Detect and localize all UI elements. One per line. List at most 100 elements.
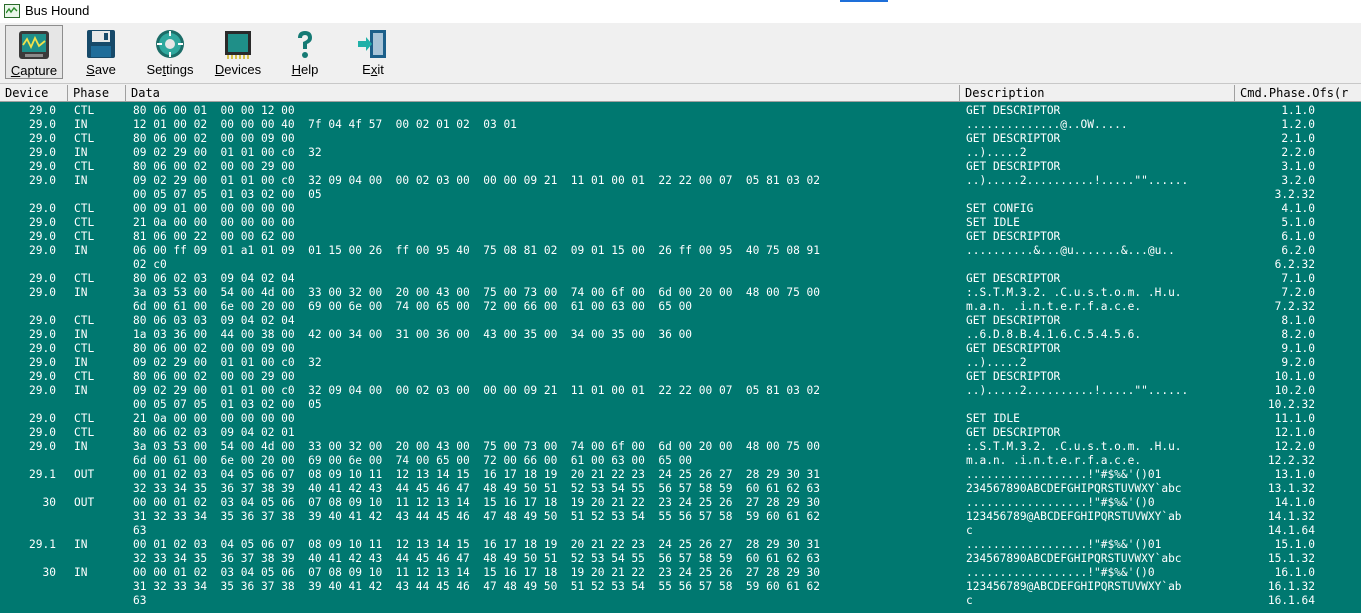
table-row[interactable]: 29.0 IN 06 00 ff 09 01 a1 01 09 01 15 00 2…	[0, 244, 1361, 272]
cmd-phase-ofs-cell: 14.1.0	[1274, 496, 1315, 509]
table-row[interactable]: 29.0 IN 3a 03 53 00 54 00 4d 00 33 00 32 0…	[0, 286, 1361, 314]
table-row[interactable]: 29.0 IN 09 02 29 00 01 01 00 c0 32 09 04 0…	[0, 174, 1361, 202]
phase-cell: CTL	[74, 314, 95, 327]
column-header-device[interactable]: Device	[0, 85, 68, 101]
cmd-phase-ofs-cell: 10.1.0	[1274, 370, 1315, 383]
cmd-phase-ofs-cell: 9.1.0	[1281, 342, 1315, 355]
settings-button[interactable]: Settings	[140, 25, 200, 79]
phase-cell: IN	[74, 146, 88, 159]
table-row[interactable]: 29.0 CTL 80 06 00 01 00 00 12 00 GET DESCRI…	[0, 104, 1361, 118]
phase-cell: IN	[74, 384, 88, 397]
table-row[interactable]: 29.0 CTL 80 06 00 02 00 00 09 00 GET DESCRI…	[0, 342, 1361, 356]
phase-cell: IN	[74, 286, 88, 299]
cmd-phase-ofs-cell: 15.1.32	[1267, 552, 1315, 565]
data-cell: 21 0a 00 00 00 00 00 00	[133, 412, 295, 425]
table-row[interactable]: 29.0 CTL 21 0a 00 00 00 00 00 00 SET IDLE 5.…	[0, 216, 1361, 230]
table-row[interactable]: 29.0 CTL 00 09 01 00 00 00 00 00 SET CONFIG…	[0, 202, 1361, 216]
exit-button[interactable]: Exit	[348, 25, 398, 79]
table-row[interactable]: 29.0 IN 12 01 00 02 00 00 00 40 7f 04 4f 5…	[0, 118, 1361, 132]
device-cell: 30	[42, 496, 56, 509]
description-cell: GET DESCRIPTOR	[966, 272, 1061, 285]
phase-cell: CTL	[74, 426, 95, 439]
table-row[interactable]: 30 IN 00 00 01 02 03 04 05 06 07 08 09 10 …	[0, 566, 1361, 608]
device-cell: 29.0	[29, 342, 56, 355]
table-row[interactable]: 29.0 CTL 80 06 03 03 09 04 02 04 GET DESCRI…	[0, 314, 1361, 328]
devices-button[interactable]: Devices	[210, 25, 266, 79]
table-row[interactable]: 30 OUT 00 00 01 02 03 04 05 06 07 08 09 10…	[0, 496, 1361, 538]
device-cell: 29.0	[29, 314, 56, 327]
description-cell: ..6.D.8.B.4.1.6.C.5.4.5.6.	[966, 328, 1142, 341]
description-cell: :.S.T.M.3.2. .C.u.s.t.o.m. .H.u.	[966, 286, 1182, 299]
device-cell: 29.0	[29, 230, 56, 243]
phase-cell: CTL	[74, 272, 95, 285]
cmd-phase-ofs-cell: 7.2.0	[1281, 286, 1315, 299]
column-header-phase[interactable]: Phase	[68, 85, 126, 101]
capture-grid[interactable]: Device Phase Data Description Cmd.Phase.…	[0, 85, 1361, 613]
description-cell: GET DESCRIPTOR	[966, 426, 1061, 439]
phase-cell: IN	[74, 244, 88, 257]
table-row[interactable]: 29.0 IN 09 02 29 00 01 01 00 c0 32..).....…	[0, 146, 1361, 160]
cmd-phase-ofs-cell: 16.1.0	[1274, 566, 1315, 579]
cmd-phase-ofs-cell: 4.1.0	[1281, 202, 1315, 215]
table-row[interactable]: 29.0 CTL 80 06 02 03 09 04 02 01 GET DESCRI…	[0, 426, 1361, 440]
help-button[interactable]: Help	[280, 25, 330, 79]
data-cell: 09 02 29 00 01 01 00 c0 32	[133, 356, 322, 369]
phase-cell: IN	[74, 440, 88, 453]
column-header-cmd-phase-ofs[interactable]: Cmd.Phase.Ofs(r	[1235, 85, 1361, 101]
table-row[interactable]: 29.0 IN 09 02 29 00 01 01 00 c0 32..).....…	[0, 356, 1361, 370]
table-row[interactable]: 29.1 OUT 00 01 02 03 04 05 06 07 08 09 10 …	[0, 468, 1361, 496]
table-row[interactable]: 29.1 IN 00 01 02 03 04 05 06 07 08 09 10 1…	[0, 538, 1361, 566]
phase-cell: IN	[74, 566, 88, 579]
data-cell: 00 05 07 05 01 03 02 00 05	[133, 188, 322, 201]
settings-label: Settings	[146, 62, 194, 77]
capture-button[interactable]: Capture	[5, 25, 63, 79]
cmd-phase-ofs-cell: 8.2.0	[1281, 328, 1315, 341]
data-cell: 06 00 ff 09 01 a1 01 09 01 15 00 26 ff 0…	[133, 244, 821, 257]
data-cell: 63	[133, 524, 147, 537]
cmd-phase-ofs-cell: 12.2.32	[1267, 454, 1315, 467]
description-cell: 123456789@ABCDEFGHIPQRSTUVWXY`ab	[966, 580, 1182, 593]
device-cell: 29.0	[29, 328, 56, 341]
device-cell: 30	[42, 566, 56, 579]
cmd-phase-ofs-cell: 16.1.64	[1267, 594, 1315, 607]
data-cell: 6d 00 61 00 6e 00 20 00 69 00 6e 00 74 0…	[133, 300, 693, 313]
table-row[interactable]: 29.0 IN 3a 03 53 00 54 00 4d 00 33 00 32 0…	[0, 440, 1361, 468]
table-row[interactable]: 29.0 IN 09 02 29 00 01 01 00 c0 32 09 04 0…	[0, 384, 1361, 412]
description-cell: c	[966, 524, 973, 537]
data-cell: 80 06 00 02 00 00 09 00	[133, 342, 295, 355]
device-cell: 29.0	[29, 370, 56, 383]
device-cell: 29.1	[29, 538, 56, 551]
device-cell: 29.0	[29, 426, 56, 439]
cmd-phase-ofs-cell: 3.2.32	[1274, 188, 1315, 201]
table-row[interactable]: 29.0 CTL 81 06 00 22 00 00 62 00 GET DESCRI…	[0, 230, 1361, 244]
data-cell: 31 32 33 34 35 36 37 38 39 40 41 42 43 4…	[133, 580, 821, 593]
cmd-phase-ofs-cell: 1.2.0	[1281, 118, 1315, 131]
table-row[interactable]: 29.0 CTL 80 06 02 03 09 04 02 04 GET DESCRI…	[0, 272, 1361, 286]
save-button[interactable]: Save	[74, 25, 128, 79]
table-row[interactable]: 29.0 CTL 21 0a 00 00 00 00 00 00 SET IDLE 11…	[0, 412, 1361, 426]
column-header-description[interactable]: Description	[960, 85, 1235, 101]
table-row[interactable]: 29.0 CTL 80 06 00 02 00 00 29 00 GET DESCRI…	[0, 160, 1361, 174]
cmd-phase-ofs-cell: 11.1.0	[1274, 412, 1315, 425]
phase-cell: CTL	[74, 132, 95, 145]
capture-rows: 29.0 CTL 80 06 00 01 00 00 12 00 GET DESCRI…	[0, 104, 1361, 608]
column-header-data[interactable]: Data	[126, 85, 960, 101]
description-cell: SET IDLE	[966, 216, 1020, 229]
data-cell: 3a 03 53 00 54 00 4d 00 33 00 32 00 20 0…	[133, 440, 821, 453]
table-row[interactable]: 29.0 CTL 80 06 00 02 00 00 09 00 GET DESCRI…	[0, 132, 1361, 146]
description-cell: m.a.n. .i.n.t.e.r.f.a.c.e.	[966, 454, 1142, 467]
settings-gear-icon	[156, 30, 184, 58]
data-cell: 63	[133, 594, 147, 607]
table-row[interactable]: 29.0 IN 1a 03 36 00 44 00 38 00 42 00 34 0…	[0, 328, 1361, 342]
title-bar: Bus Hound	[0, 0, 1361, 23]
phase-cell: CTL	[74, 160, 95, 173]
data-cell: 09 02 29 00 01 01 00 c0 32	[133, 146, 322, 159]
table-row[interactable]: 29.0 CTL 80 06 00 02 00 00 29 00 GET DESCRI…	[0, 370, 1361, 384]
data-cell: 09 02 29 00 01 01 00 c0 32 09 04 00 00 0…	[133, 174, 821, 187]
data-cell: 32 33 34 35 36 37 38 39 40 41 42 43 44 4…	[133, 552, 821, 565]
description-cell: SET CONFIG	[966, 202, 1034, 215]
device-cell: 29.1	[29, 468, 56, 481]
description-cell: SET IDLE	[966, 412, 1020, 425]
phase-cell: OUT	[74, 468, 95, 481]
phase-cell: CTL	[74, 230, 95, 243]
